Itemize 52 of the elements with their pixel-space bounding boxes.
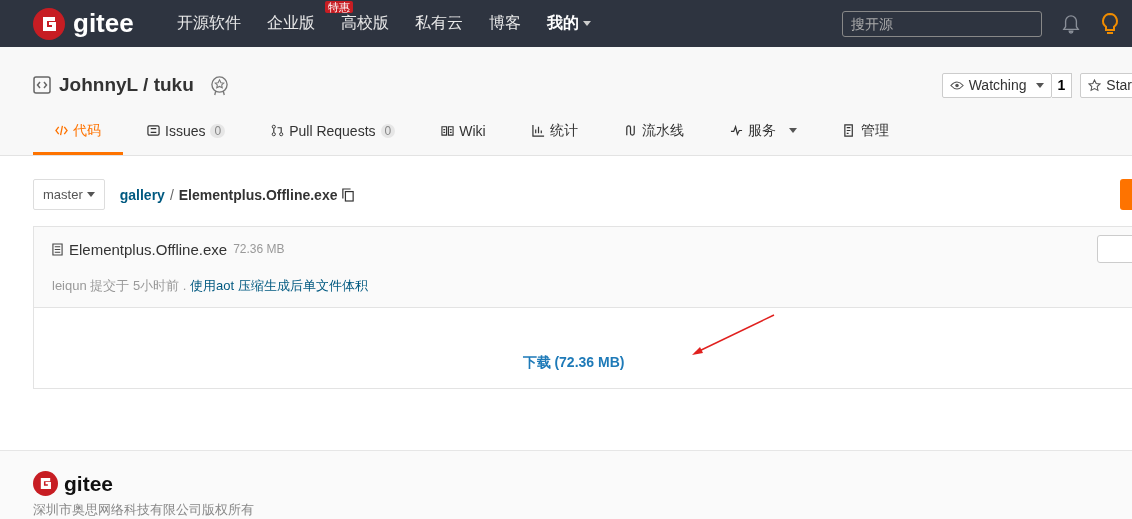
star-icon [1088, 78, 1102, 92]
caret-icon [582, 21, 591, 26]
document-icon [842, 124, 856, 137]
watching-button[interactable]: Watching [941, 72, 1052, 98]
caret-icon [86, 192, 95, 197]
gitee-logo[interactable]: gitee [33, 7, 134, 40]
nav-link[interactable]: 开源软件 [176, 13, 241, 34]
copyright-text: 深圳市奥思网络科技有限公司版权所有 [33, 502, 255, 517]
bell-icon[interactable] [1061, 13, 1080, 34]
repo-tab[interactable]: Issues 0 [125, 109, 248, 155]
copy-icon[interactable] [342, 187, 355, 202]
repo-tab[interactable]: 统计 [509, 109, 600, 155]
count-badge: 0 [210, 123, 226, 138]
nav-link[interactable]: 企业版 [266, 13, 315, 34]
nav-link[interactable]: 私有云 [414, 13, 463, 34]
branch-dropdown[interactable]: master [33, 179, 105, 210]
commit-message-link[interactable]: 使用aot 压缩生成后单文件体积 [190, 278, 368, 293]
breadcrumb-file: Elementplus.Offline.exe [178, 186, 338, 203]
file-size: 72.36 MB [233, 242, 285, 256]
star-button[interactable]: Star [1080, 72, 1132, 98]
file-name: Elementplus.Offline.exe [69, 240, 228, 258]
eye-icon [949, 80, 964, 90]
promo-badge: 特惠 [324, 1, 353, 13]
search-field[interactable]: 搜开源 [841, 10, 1042, 37]
commit-info: leiqun 提交于 5小时前 . [52, 278, 187, 293]
watch-count[interactable]: 1 [1051, 72, 1073, 98]
bar-chart-icon [531, 124, 545, 137]
branch-merge-icon [271, 124, 285, 137]
nav-link[interactable]: 高校版 [340, 13, 389, 34]
repo-tab[interactable]: Wiki [419, 109, 508, 155]
list-icon [147, 124, 160, 137]
pipeline-icon [623, 124, 637, 137]
nav-link[interactable]: 博客 [488, 13, 521, 34]
breadcrumb-link[interactable]: gallery [119, 186, 165, 203]
code-repo-icon [33, 76, 51, 94]
count-badge: 0 [380, 123, 396, 138]
lightbulb-icon[interactable] [1099, 11, 1120, 36]
code-icon [55, 124, 68, 137]
file-icon [52, 242, 63, 256]
repo-tab[interactable]: Pull Requests 0 [249, 109, 418, 155]
pulse-icon [729, 124, 743, 137]
repo-tab[interactable]: 服务 [707, 109, 819, 155]
download-link[interactable]: 下载 (72.36 MB) [522, 354, 625, 372]
repo-title[interactable]: JohnnyL / tuku [59, 74, 194, 96]
caret-icon [1035, 82, 1044, 88]
badge-icon [209, 74, 229, 96]
nav-link[interactable]: 我的 [546, 13, 591, 34]
gitee-logo[interactable]: gitee [33, 471, 1132, 496]
repo-tab[interactable]: 管理 [820, 109, 911, 155]
path-separator: / [169, 186, 174, 203]
repo-tab[interactable]: 流水线 [601, 109, 706, 155]
book-icon [441, 124, 455, 137]
